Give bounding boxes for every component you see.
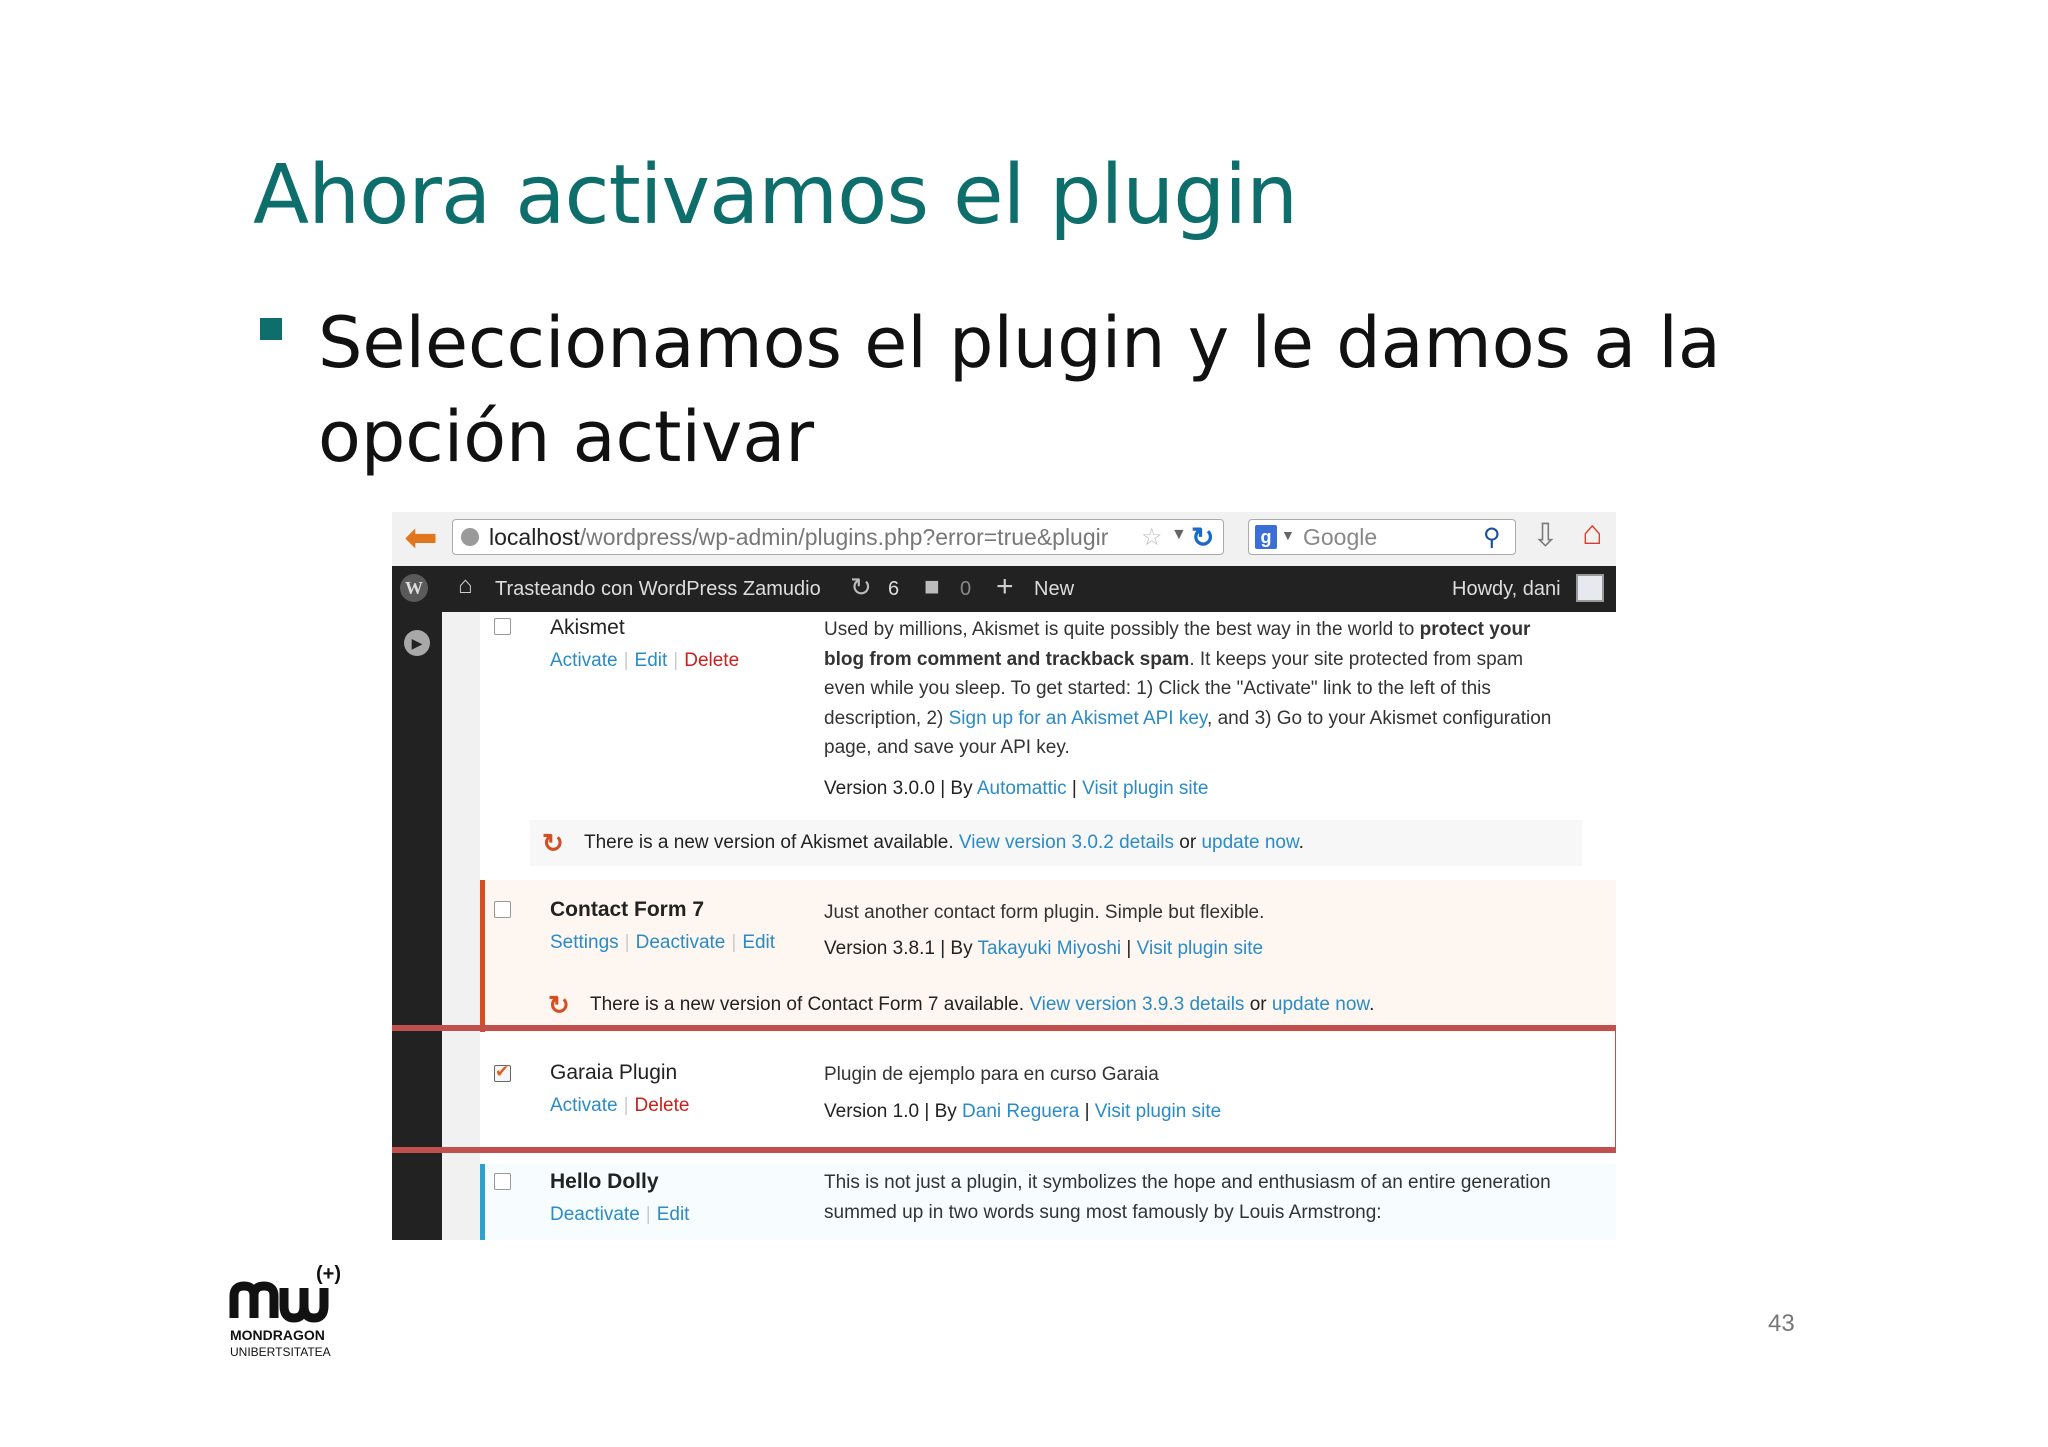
search-bar[interactable]: g ▼ Google ⚲ xyxy=(1248,519,1516,555)
house-icon[interactable]: ⌂ xyxy=(458,572,473,600)
mondragon-logo: (+) MONDRAGON UNIBERTSITATEA xyxy=(229,1263,341,1359)
plugin-description: Just another contact form plugin. Simple… xyxy=(824,902,1265,923)
magnifier-icon[interactable]: ⚲ xyxy=(1483,523,1501,552)
author-link[interactable]: Automattic xyxy=(977,778,1067,799)
logo-sub: UNIBERTSITATEA xyxy=(230,1345,331,1359)
wordpress-icon[interactable]: W xyxy=(400,574,428,602)
plugin-description: Used by millions, Akismet is quite possi… xyxy=(824,615,1564,763)
plugin-version: Version 3.0.0 xyxy=(824,778,935,799)
view-details-link[interactable]: View version 3.9.3 details xyxy=(1029,994,1244,1015)
notice-text: or xyxy=(1244,994,1272,1015)
howdy-user[interactable]: Howdy, dani xyxy=(1452,578,1561,601)
site-name-link[interactable]: Trasteando con WordPress Zamudio xyxy=(495,578,821,601)
edit-link[interactable]: Edit xyxy=(742,932,775,953)
logo-name: MONDRAGON xyxy=(230,1327,325,1343)
update-notice-icon: ↻ xyxy=(542,828,564,858)
plugin-checkbox[interactable] xyxy=(494,1173,511,1190)
comment-icon[interactable]: ■ xyxy=(924,571,940,602)
updates-icon[interactable]: ↻ xyxy=(850,572,872,603)
settings-link[interactable]: Settings xyxy=(550,932,619,953)
delete-link[interactable]: Delete xyxy=(684,650,739,671)
notice-text: There is a new version of Contact Form 7… xyxy=(590,994,1030,1015)
url-path: /wordpress/wp-admin/plugins.php?error=tr… xyxy=(579,524,1109,550)
bullet-square-icon xyxy=(260,318,282,340)
notice-text: or xyxy=(1174,832,1202,853)
back-arrow-icon[interactable]: ⬅ xyxy=(398,518,444,558)
by-label: By xyxy=(950,938,973,959)
screenshot: ⬅ localhost/wordpress/wp-admin/plugins.p… xyxy=(392,512,1616,1240)
update-now-link[interactable]: update now xyxy=(1201,832,1298,853)
updates-count[interactable]: 6 xyxy=(888,578,899,601)
plugin-meta: Version 3.0.0 | By Automattic | Visit pl… xyxy=(824,778,1209,799)
plugin-actions: Activate | Edit | Delete xyxy=(550,650,739,672)
plugin-actions: Settings | Deactivate | Edit xyxy=(550,932,775,954)
url-bar[interactable]: localhost/wordpress/wp-admin/plugins.php… xyxy=(452,519,1224,555)
download-icon[interactable]: ⇩ xyxy=(1532,516,1559,554)
plugin-meta: Version 3.8.1 | By Takayuki Miyoshi | Vi… xyxy=(824,938,1264,959)
google-icon[interactable]: g xyxy=(1255,525,1277,549)
reload-icon[interactable]: ↻ xyxy=(1191,521,1214,554)
plugin-checkbox[interactable] xyxy=(494,901,511,918)
action-separator: | xyxy=(624,932,630,953)
comments-count[interactable]: 0 xyxy=(960,578,971,601)
avatar[interactable] xyxy=(1576,574,1604,602)
url-text[interactable]: localhost/wordpress/wp-admin/plugins.php… xyxy=(489,524,1139,551)
action-separator: | xyxy=(673,650,679,671)
akismet-api-key-link[interactable]: Sign up for an Akismet API key xyxy=(949,708,1207,729)
home-icon[interactable]: ⌂ xyxy=(1582,514,1603,553)
notice-text: There is a new version of Akismet availa… xyxy=(584,832,959,853)
search-placeholder[interactable]: Google xyxy=(1303,524,1377,551)
bullet-text: Seleccionamos el plugin y le damos a la … xyxy=(318,302,1721,478)
search-engine-dropdown-icon[interactable]: ▼ xyxy=(1281,527,1295,543)
action-separator: | xyxy=(645,1204,651,1225)
action-separator: | xyxy=(731,932,737,953)
wp-admin-bar: W ⌂ Trasteando con WordPress Zamudio ↻ 6… xyxy=(392,566,1616,612)
plugin-name: Hello Dolly xyxy=(550,1170,659,1193)
url-dropdown-icon[interactable]: ▼ xyxy=(1171,526,1187,544)
new-link[interactable]: New xyxy=(1034,578,1074,601)
slide-title: Ahora activamos el plugin xyxy=(253,148,1298,243)
selection-highlight-box xyxy=(392,1025,1616,1153)
globe-icon xyxy=(461,528,479,546)
update-notice-text: There is a new version of Contact Form 7… xyxy=(590,994,1374,1016)
plus-icon[interactable]: + xyxy=(996,570,1014,604)
notice-text: . xyxy=(1369,994,1375,1015)
by-label: By xyxy=(950,778,973,799)
browser-toolbar: ⬅ localhost/wordpress/wp-admin/plugins.p… xyxy=(392,512,1616,567)
logo-mark: (+) xyxy=(316,1263,341,1285)
update-notice-icon: ↻ xyxy=(548,990,570,1020)
plugin-checkbox[interactable] xyxy=(494,618,511,635)
deactivate-link[interactable]: Deactivate xyxy=(550,1204,640,1225)
plugin-description: This is not just a plugin, it symbolizes… xyxy=(824,1172,1551,1223)
activate-link[interactable]: Activate xyxy=(550,650,618,671)
plugin-site-link[interactable]: Visit plugin site xyxy=(1137,938,1263,959)
plugin-name: Contact Form 7 xyxy=(550,898,705,921)
page-number: 43 xyxy=(1768,1310,1795,1337)
plugin-version: Version 3.8.1 xyxy=(824,938,935,959)
update-notice-text: There is a new version of Akismet availa… xyxy=(584,832,1304,854)
url-host: localhost xyxy=(489,524,580,550)
edit-link[interactable]: Edit xyxy=(635,650,668,671)
view-details-link[interactable]: View version 3.0.2 details xyxy=(959,832,1174,853)
plugin-actions: Deactivate | Edit xyxy=(550,1204,689,1226)
action-separator: | xyxy=(623,650,629,671)
play-icon[interactable]: ▶ xyxy=(404,630,430,656)
plugin-site-link[interactable]: Visit plugin site xyxy=(1082,778,1208,799)
notice-text: . xyxy=(1298,832,1304,853)
author-link[interactable]: Takayuki Miyoshi xyxy=(978,938,1122,959)
plugin-name: Akismet xyxy=(550,616,625,639)
description-text: Used by millions, Akismet is quite possi… xyxy=(824,619,1420,640)
edit-link[interactable]: Edit xyxy=(657,1204,690,1225)
star-icon[interactable]: ☆ xyxy=(1141,523,1163,552)
deactivate-link[interactable]: Deactivate xyxy=(636,932,726,953)
update-now-link[interactable]: update now xyxy=(1272,994,1369,1015)
